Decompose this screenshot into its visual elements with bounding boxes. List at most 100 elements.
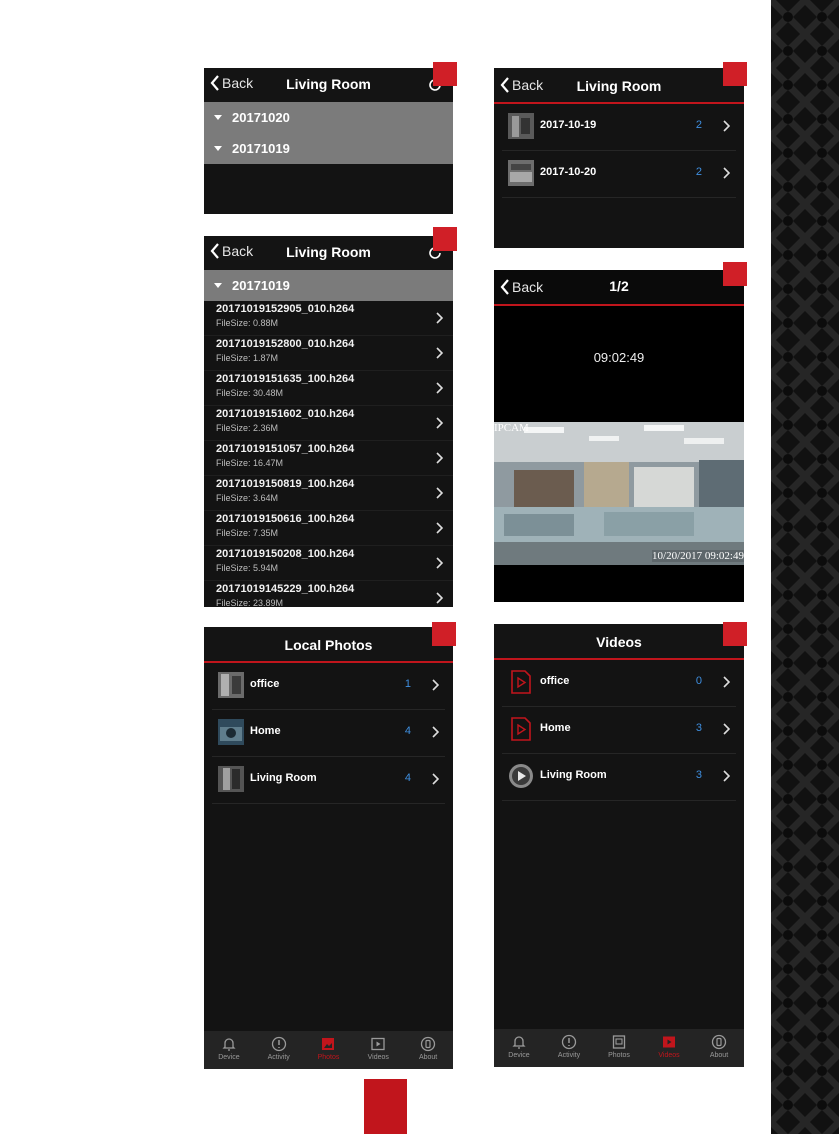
item-label: 2017-10-19	[540, 119, 597, 131]
video-album-item[interactable]: Home 3	[502, 707, 736, 754]
date-group-row[interactable]: 20171020	[204, 102, 453, 133]
tab-photos[interactable]: Photos	[304, 1031, 354, 1069]
tab-activity[interactable]: Activity	[254, 1031, 304, 1069]
album-label: Home	[250, 725, 281, 737]
item-count: 2	[695, 119, 702, 131]
album-count: 4	[404, 725, 411, 737]
date-folders-screen: Back Living Room 20171020 20171019	[204, 68, 453, 214]
tab-photos[interactable]: Photos	[594, 1029, 644, 1067]
album-thumbnail	[218, 672, 244, 698]
chevron-left-icon	[500, 279, 509, 295]
video-icon	[663, 1036, 675, 1048]
back-button[interactable]: Back	[500, 77, 543, 93]
file-name: 20171019151057_100.h264	[216, 443, 355, 455]
chevron-right-icon	[723, 120, 730, 132]
album-label: office	[250, 678, 280, 690]
file-size: FileSize: 3.64M	[216, 493, 279, 503]
nav-header: Local Photos	[204, 627, 453, 663]
video-album-item[interactable]: Living Room 3	[502, 754, 736, 801]
photo-icon	[322, 1038, 335, 1050]
chevron-right-icon	[436, 487, 443, 499]
file-row[interactable]: 20171019151057_100.h264 FileSize: 16.47M	[204, 441, 453, 476]
back-button[interactable]: Back	[500, 279, 543, 295]
tab-about[interactable]: About	[694, 1029, 744, 1067]
decorative-side-strip	[771, 0, 839, 1134]
screen-title: Videos	[596, 634, 642, 650]
video-album-item[interactable]: office 0	[502, 660, 736, 707]
tab-activity[interactable]: Activity	[544, 1029, 594, 1067]
album-thumbnail	[218, 766, 244, 792]
pattern-graphic	[771, 0, 839, 1134]
file-row[interactable]: 20171019152800_010.h264 FileSize: 1.87M	[204, 336, 453, 371]
expand-arrow-icon	[214, 283, 222, 288]
tab-label: Videos	[367, 1054, 389, 1061]
snapshot-image: IPCAM 10/20/2017 09:02:49	[494, 422, 744, 565]
chevron-left-icon	[500, 77, 509, 93]
file-list: 20171019152905_010.h264 FileSize: 0.88M 2…	[204, 301, 453, 607]
album-thumbnail	[218, 719, 244, 745]
nav-header: Back 1/2	[494, 270, 744, 306]
bottom-tab-bar: Device Activity Photos Videos About	[204, 1031, 453, 1069]
file-row[interactable]: 20171019151635_100.h264 FileSize: 30.48M	[204, 371, 453, 406]
tab-device[interactable]: Device	[204, 1031, 254, 1069]
local-photos-screen: Local Photos office 1 Home 4 Living Room…	[204, 627, 453, 1069]
date-group-row[interactable]: 20171019	[204, 270, 453, 301]
video-file-icon	[511, 670, 531, 694]
album-item[interactable]: Living Room 4	[212, 757, 445, 804]
chevron-right-icon	[723, 723, 730, 735]
list-item[interactable]: 2017-10-19 2	[502, 104, 736, 151]
videos-screen: Videos office 0 Home 3 Living Room 3 Dev…	[494, 624, 744, 1067]
video-file-icon	[511, 717, 531, 741]
back-button[interactable]: Back	[210, 75, 253, 91]
chevron-left-icon	[210, 243, 219, 259]
album-item[interactable]: Home 4	[212, 710, 445, 757]
screen-title: Local Photos	[284, 637, 373, 653]
file-row[interactable]: 20171019150208_100.h264 FileSize: 5.94M	[204, 546, 453, 581]
back-button[interactable]: Back	[210, 243, 253, 259]
file-row[interactable]: 20171019151602_010.h264 FileSize: 2.36M	[204, 406, 453, 441]
album-count: 4	[404, 772, 411, 784]
chevron-right-icon	[436, 417, 443, 429]
alert-circle-icon	[271, 1036, 286, 1052]
photo-viewer-screen: Back 1/2 09:02:49 IPCAM 10/20/2017 09:02…	[494, 270, 744, 602]
tab-videos[interactable]: Videos	[644, 1029, 694, 1067]
chevron-right-icon	[436, 347, 443, 359]
date-group-row[interactable]: 20171019	[204, 133, 453, 164]
file-name: 20171019151602_010.h264	[216, 408, 355, 420]
date-group-label: 20171020	[232, 110, 290, 125]
photo-thumbnail	[508, 113, 534, 139]
tab-about[interactable]: About	[403, 1031, 453, 1069]
album-label: Living Room	[540, 769, 607, 781]
tab-device[interactable]: Device	[494, 1029, 544, 1067]
file-size: FileSize: 1.87M	[216, 353, 279, 363]
date-group-label: 20171019	[232, 278, 290, 293]
file-row[interactable]: 20171019150616_100.h264 FileSize: 7.35M	[204, 511, 453, 546]
file-row[interactable]: 20171019152905_010.h264 FileSize: 0.88M	[204, 301, 453, 336]
tab-label: Activity	[557, 1052, 581, 1059]
tab-videos[interactable]: Videos	[353, 1031, 403, 1069]
tab-label: Device	[508, 1052, 530, 1059]
file-name: 20171019152905_010.h264	[216, 303, 355, 315]
list-item[interactable]: 2017-10-20 2	[502, 151, 736, 198]
chevron-right-icon	[432, 773, 439, 785]
file-row[interactable]: 20171019145229_100.h264 FileSize: 23.89M	[204, 581, 453, 607]
back-label: Back	[512, 279, 544, 295]
file-size: FileSize: 30.48M	[216, 388, 284, 398]
step-marker	[723, 62, 747, 86]
photo-icon	[612, 1035, 626, 1049]
album-item[interactable]: office 1	[212, 663, 445, 710]
nav-header: Back Living Room	[494, 68, 744, 104]
photo-dates-screen: Back Living Room 2017-10-19 2 2017-10-20…	[494, 68, 744, 248]
file-size: FileSize: 0.88M	[216, 318, 279, 328]
file-size: FileSize: 5.94M	[216, 563, 279, 573]
album-label: office	[540, 675, 570, 687]
office-snapshot-graphic	[494, 422, 744, 565]
file-name: 20171019150208_100.h264	[216, 548, 355, 560]
file-row[interactable]: 20171019150819_100.h264 FileSize: 3.64M	[204, 476, 453, 511]
chevron-right-icon	[436, 452, 443, 464]
step-marker	[723, 262, 747, 286]
video-play-thumbnail	[509, 764, 533, 788]
nav-header: Videos	[494, 624, 744, 660]
bell-icon	[512, 1036, 526, 1049]
expand-arrow-icon	[214, 146, 222, 151]
